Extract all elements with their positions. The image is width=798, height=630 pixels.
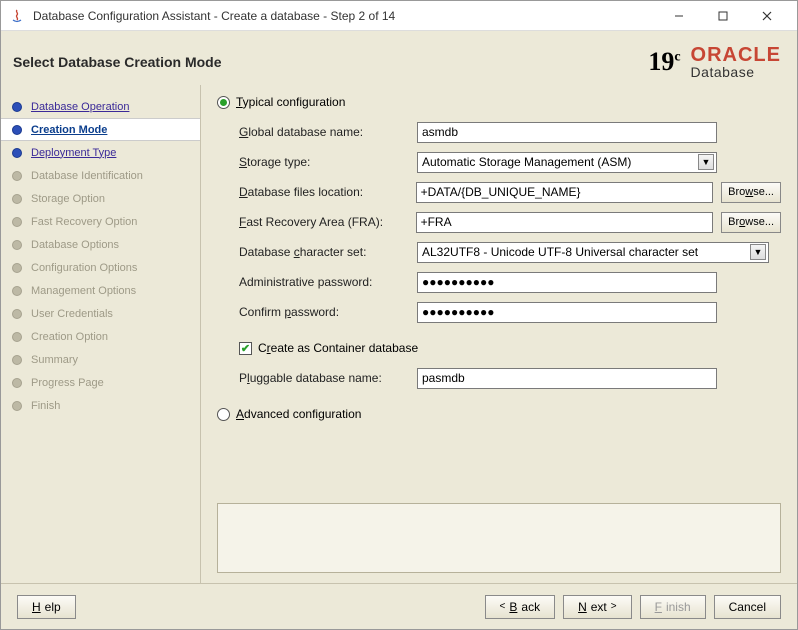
brand-oracle-text: ORACLE [691, 45, 781, 65]
pdb-name-input[interactable] [417, 368, 717, 389]
charset-select[interactable]: AL32UTF8 - Unicode UTF-8 Universal chara… [417, 242, 769, 263]
window-minimize-button[interactable] [657, 2, 701, 30]
radio-icon [217, 408, 230, 421]
step-creation-mode[interactable]: Creation Mode [1, 118, 200, 141]
window-title: Database Configuration Assistant - Creat… [33, 9, 657, 23]
step-deployment-type[interactable]: Deployment Type [1, 141, 200, 164]
page-title: Select Database Creation Mode [13, 54, 648, 70]
advanced-config-radio[interactable]: Advanced configuration [217, 407, 781, 421]
next-button[interactable]: Next> [563, 595, 632, 619]
db-files-location-label: Database files location: [239, 185, 408, 199]
step-user-credentials: User Credentials [1, 302, 200, 325]
db-files-location-input[interactable] [416, 182, 714, 203]
typical-config-radio[interactable]: Typical configuration [217, 95, 781, 109]
step-configuration-options: Configuration Options [1, 256, 200, 279]
step-database-identification: Database Identification [1, 164, 200, 187]
step-management-options: Management Options [1, 279, 200, 302]
wizard-steps-sidebar: Database Operation Creation Mode Deploym… [1, 85, 201, 583]
radio-icon [217, 96, 230, 109]
global-db-name-label: Global database name: [239, 125, 409, 139]
brand-logo: 19c ORACLE Database [648, 45, 781, 79]
cancel-button[interactable]: Cancel [714, 595, 781, 619]
step-storage-option: Storage Option [1, 187, 200, 210]
window-close-button[interactable] [745, 2, 789, 30]
window-titlebar: Database Configuration Assistant - Creat… [1, 1, 797, 31]
chevron-left-icon: < [500, 601, 506, 612]
step-finish: Finish [1, 394, 200, 417]
storage-type-label: Storage type: [239, 155, 409, 169]
window-maximize-button[interactable] [701, 2, 745, 30]
back-button[interactable]: <Back [485, 595, 556, 619]
step-database-operation[interactable]: Database Operation [1, 95, 200, 118]
step-summary: Summary [1, 348, 200, 371]
advanced-config-label: Advanced configuration [236, 407, 361, 421]
chevron-right-icon: > [611, 601, 617, 612]
brand-version: 19c [648, 47, 680, 77]
pdb-name-label: Pluggable database name: [239, 371, 409, 385]
confirm-password-label: Confirm password: [239, 305, 409, 319]
java-app-icon [9, 8, 25, 24]
message-area [217, 503, 781, 573]
db-files-browse-button[interactable]: Browse... [721, 182, 781, 203]
page-header: Select Database Creation Mode 19c ORACLE… [1, 31, 797, 85]
brand-database-text: Database [691, 65, 781, 79]
content-panel: Typical configuration Global database na… [201, 85, 797, 583]
container-db-checkbox[interactable]: ✔ Create as Container database [239, 341, 781, 355]
step-progress-page: Progress Page [1, 371, 200, 394]
wizard-footer: Help <Back Next> Finish Cancel [1, 583, 797, 629]
confirm-password-input[interactable] [417, 302, 717, 323]
help-button[interactable]: Help [17, 595, 76, 619]
fra-browse-button[interactable]: Browse... [721, 212, 781, 233]
step-fast-recovery-option: Fast Recovery Option [1, 210, 200, 233]
chevron-down-icon: ▼ [698, 154, 714, 170]
checkbox-checked-icon: ✔ [239, 342, 252, 355]
global-db-name-input[interactable] [417, 122, 717, 143]
typical-config-label: Typical configuration [236, 95, 345, 109]
step-creation-option: Creation Option [1, 325, 200, 348]
step-database-options: Database Options [1, 233, 200, 256]
admin-password-label: Administrative password: [239, 275, 409, 289]
container-db-label: Create as Container database [258, 341, 418, 355]
chevron-down-icon: ▼ [750, 244, 766, 260]
storage-type-select[interactable]: Automatic Storage Management (ASM) ▼ [417, 152, 717, 173]
charset-label: Database character set: [239, 245, 409, 259]
fra-input[interactable] [416, 212, 714, 233]
admin-password-input[interactable] [417, 272, 717, 293]
finish-button: Finish [640, 595, 706, 619]
fra-label: Fast Recovery Area (FRA): [239, 215, 408, 229]
